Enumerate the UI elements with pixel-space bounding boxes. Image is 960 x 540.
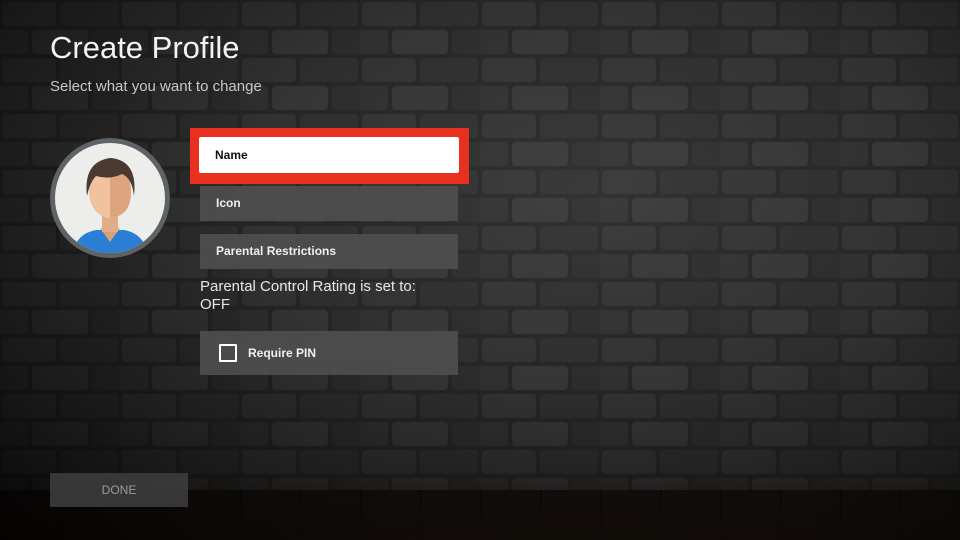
parental-restrictions-button[interactable]: Parental Restrictions	[200, 234, 458, 269]
require-pin-toggle[interactable]: Require PIN	[200, 331, 458, 375]
page-subtitle: Select what you want to change	[50, 78, 262, 95]
icon-button[interactable]: Icon	[200, 186, 458, 221]
profile-avatar	[50, 138, 170, 258]
parental-rating-label: Parental Control Rating is set to:	[200, 278, 416, 295]
done-button[interactable]: DONE	[50, 473, 188, 507]
person-avatar-icon	[50, 138, 170, 258]
parental-rating-status: Parental Control Rating is set to: OFF	[200, 278, 470, 314]
parental-rating-value: OFF	[200, 296, 230, 313]
name-button[interactable]: Name	[199, 137, 459, 173]
create-profile-screen: Create Profile Select what you want to c…	[0, 0, 960, 540]
page-title: Create Profile	[50, 30, 240, 65]
require-pin-label: Require PIN	[248, 346, 317, 360]
require-pin-checkbox[interactable]	[219, 344, 237, 362]
